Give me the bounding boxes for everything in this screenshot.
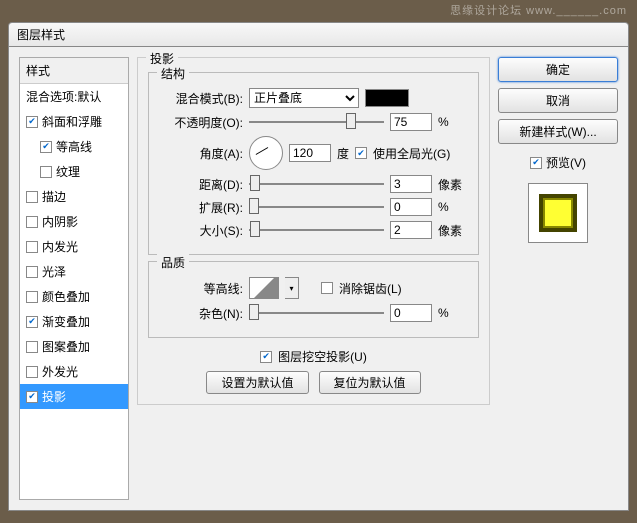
sidebar-item[interactable]: 描边 bbox=[20, 184, 128, 209]
noise-unit: % bbox=[438, 306, 468, 320]
sidebar-item[interactable]: 外发光 bbox=[20, 359, 128, 384]
noise-input[interactable] bbox=[390, 304, 432, 322]
spread-unit: % bbox=[438, 200, 468, 214]
sidebar-item-label: 图案叠加 bbox=[42, 338, 90, 355]
style-checkbox[interactable] bbox=[26, 266, 38, 278]
blend-mode-select[interactable]: 正片叠底 bbox=[249, 88, 359, 108]
reset-default-button[interactable]: 复位为默认值 bbox=[319, 371, 421, 394]
styles-sidebar: 样式 混合选项:默认斜面和浮雕等高线纹理描边内阴影内发光光泽颜色叠加渐变叠加图案… bbox=[19, 57, 129, 500]
ok-button[interactable]: 确定 bbox=[498, 57, 618, 82]
angle-label: 角度(A): bbox=[159, 145, 243, 162]
contour-label: 等高线: bbox=[159, 280, 243, 297]
sidebar-item-label: 投影 bbox=[42, 388, 66, 405]
sidebar-item[interactable]: 纹理 bbox=[20, 159, 128, 184]
shadow-color-swatch[interactable] bbox=[365, 89, 409, 107]
sidebar-item-label: 渐变叠加 bbox=[42, 313, 90, 330]
angle-dial[interactable] bbox=[249, 136, 283, 170]
spread-input[interactable] bbox=[390, 198, 432, 216]
contour-swatch[interactable] bbox=[249, 277, 279, 299]
size-label: 大小(S): bbox=[159, 222, 243, 239]
sidebar-item-label: 描边 bbox=[42, 188, 66, 205]
sidebar-item[interactable]: 内阴影 bbox=[20, 209, 128, 234]
blend-mode-label: 混合模式(B): bbox=[159, 90, 243, 107]
distance-input[interactable] bbox=[390, 175, 432, 193]
sidebar-item-label: 等高线 bbox=[56, 138, 92, 155]
distance-slider[interactable] bbox=[249, 175, 384, 193]
size-slider[interactable] bbox=[249, 221, 384, 239]
style-checkbox[interactable] bbox=[26, 341, 38, 353]
noise-slider[interactable] bbox=[249, 304, 384, 322]
sidebar-header: 样式 bbox=[20, 58, 128, 84]
dialog-title: 图层样式 bbox=[17, 26, 65, 43]
antialias-label: 消除锯齿(L) bbox=[339, 280, 402, 297]
angle-input[interactable] bbox=[289, 144, 331, 162]
sidebar-item[interactable]: 内发光 bbox=[20, 234, 128, 259]
watermark: 思缘设计论坛 www.______.com bbox=[450, 2, 627, 18]
style-checkbox[interactable] bbox=[26, 191, 38, 203]
new-style-button[interactable]: 新建样式(W)... bbox=[498, 119, 618, 144]
sidebar-item-label: 混合选项:默认 bbox=[26, 88, 101, 105]
opacity-unit: % bbox=[438, 115, 468, 129]
preview-checkbox[interactable] bbox=[530, 157, 542, 169]
dialog-body: 样式 混合选项:默认斜面和浮雕等高线纹理描边内阴影内发光光泽颜色叠加渐变叠加图案… bbox=[8, 46, 629, 511]
global-light-label: 使用全局光(G) bbox=[373, 145, 450, 162]
antialias-checkbox[interactable] bbox=[321, 282, 333, 294]
sidebar-item-label: 内阴影 bbox=[42, 213, 78, 230]
sidebar-item[interactable]: 混合选项:默认 bbox=[20, 84, 128, 109]
sidebar-item[interactable]: 斜面和浮雕 bbox=[20, 109, 128, 134]
sidebar-item[interactable]: 等高线 bbox=[20, 134, 128, 159]
sidebar-item[interactable]: 投影 bbox=[20, 384, 128, 409]
size-input[interactable] bbox=[390, 221, 432, 239]
sidebar-item-label: 颜色叠加 bbox=[42, 288, 90, 305]
style-checkbox[interactable] bbox=[26, 316, 38, 328]
preview-swatch bbox=[539, 194, 577, 232]
preview-box bbox=[528, 183, 588, 243]
structure-title: 结构 bbox=[157, 65, 189, 82]
sidebar-item[interactable]: 光泽 bbox=[20, 259, 128, 284]
shadow-panel: 投影 结构 混合模式(B): 正片叠底 不透明度(O): % bbox=[137, 57, 490, 405]
titlebar: 图层样式 bbox=[8, 22, 629, 46]
sidebar-item-label: 斜面和浮雕 bbox=[42, 113, 102, 130]
sidebar-item[interactable]: 颜色叠加 bbox=[20, 284, 128, 309]
sidebar-item[interactable]: 图案叠加 bbox=[20, 334, 128, 359]
actions-column: 确定 取消 新建样式(W)... 预览(V) bbox=[498, 57, 618, 500]
size-unit: 像素 bbox=[438, 222, 468, 239]
noise-label: 杂色(N): bbox=[159, 305, 243, 322]
sidebar-item-label: 光泽 bbox=[42, 263, 66, 280]
style-checkbox[interactable] bbox=[26, 116, 38, 128]
opacity-slider[interactable] bbox=[249, 113, 384, 131]
style-checkbox[interactable] bbox=[26, 291, 38, 303]
structure-group: 结构 混合模式(B): 正片叠底 不透明度(O): % bbox=[148, 72, 479, 255]
quality-title: 品质 bbox=[157, 254, 189, 271]
style-checkbox[interactable] bbox=[26, 366, 38, 378]
knockout-checkbox[interactable] bbox=[260, 351, 272, 363]
distance-label: 距离(D): bbox=[159, 176, 243, 193]
contour-dropdown[interactable]: ▾ bbox=[285, 277, 299, 299]
knockout-label: 图层挖空投影(U) bbox=[278, 348, 367, 365]
distance-unit: 像素 bbox=[438, 176, 468, 193]
style-checkbox[interactable] bbox=[40, 141, 52, 153]
opacity-label: 不透明度(O): bbox=[159, 114, 243, 131]
opacity-input[interactable] bbox=[390, 113, 432, 131]
style-checkbox[interactable] bbox=[40, 166, 52, 178]
style-checkbox[interactable] bbox=[26, 391, 38, 403]
set-default-button[interactable]: 设置为默认值 bbox=[206, 371, 308, 394]
quality-group: 品质 等高线: ▾ 消除锯齿(L) 杂色(N): % bbox=[148, 261, 479, 338]
style-checkbox[interactable] bbox=[26, 216, 38, 228]
angle-unit: 度 bbox=[337, 145, 349, 162]
main-area: 投影 结构 混合模式(B): 正片叠底 不透明度(O): % bbox=[137, 57, 618, 500]
sidebar-item-label: 外发光 bbox=[42, 363, 78, 380]
style-checkbox[interactable] bbox=[26, 241, 38, 253]
spread-label: 扩展(R): bbox=[159, 199, 243, 216]
cancel-button[interactable]: 取消 bbox=[498, 88, 618, 113]
preview-label: 预览(V) bbox=[546, 154, 586, 171]
sidebar-item[interactable]: 渐变叠加 bbox=[20, 309, 128, 334]
spread-slider[interactable] bbox=[249, 198, 384, 216]
sidebar-item-label: 内发光 bbox=[42, 238, 78, 255]
global-light-checkbox[interactable] bbox=[355, 147, 367, 159]
sidebar-item-label: 纹理 bbox=[56, 163, 80, 180]
